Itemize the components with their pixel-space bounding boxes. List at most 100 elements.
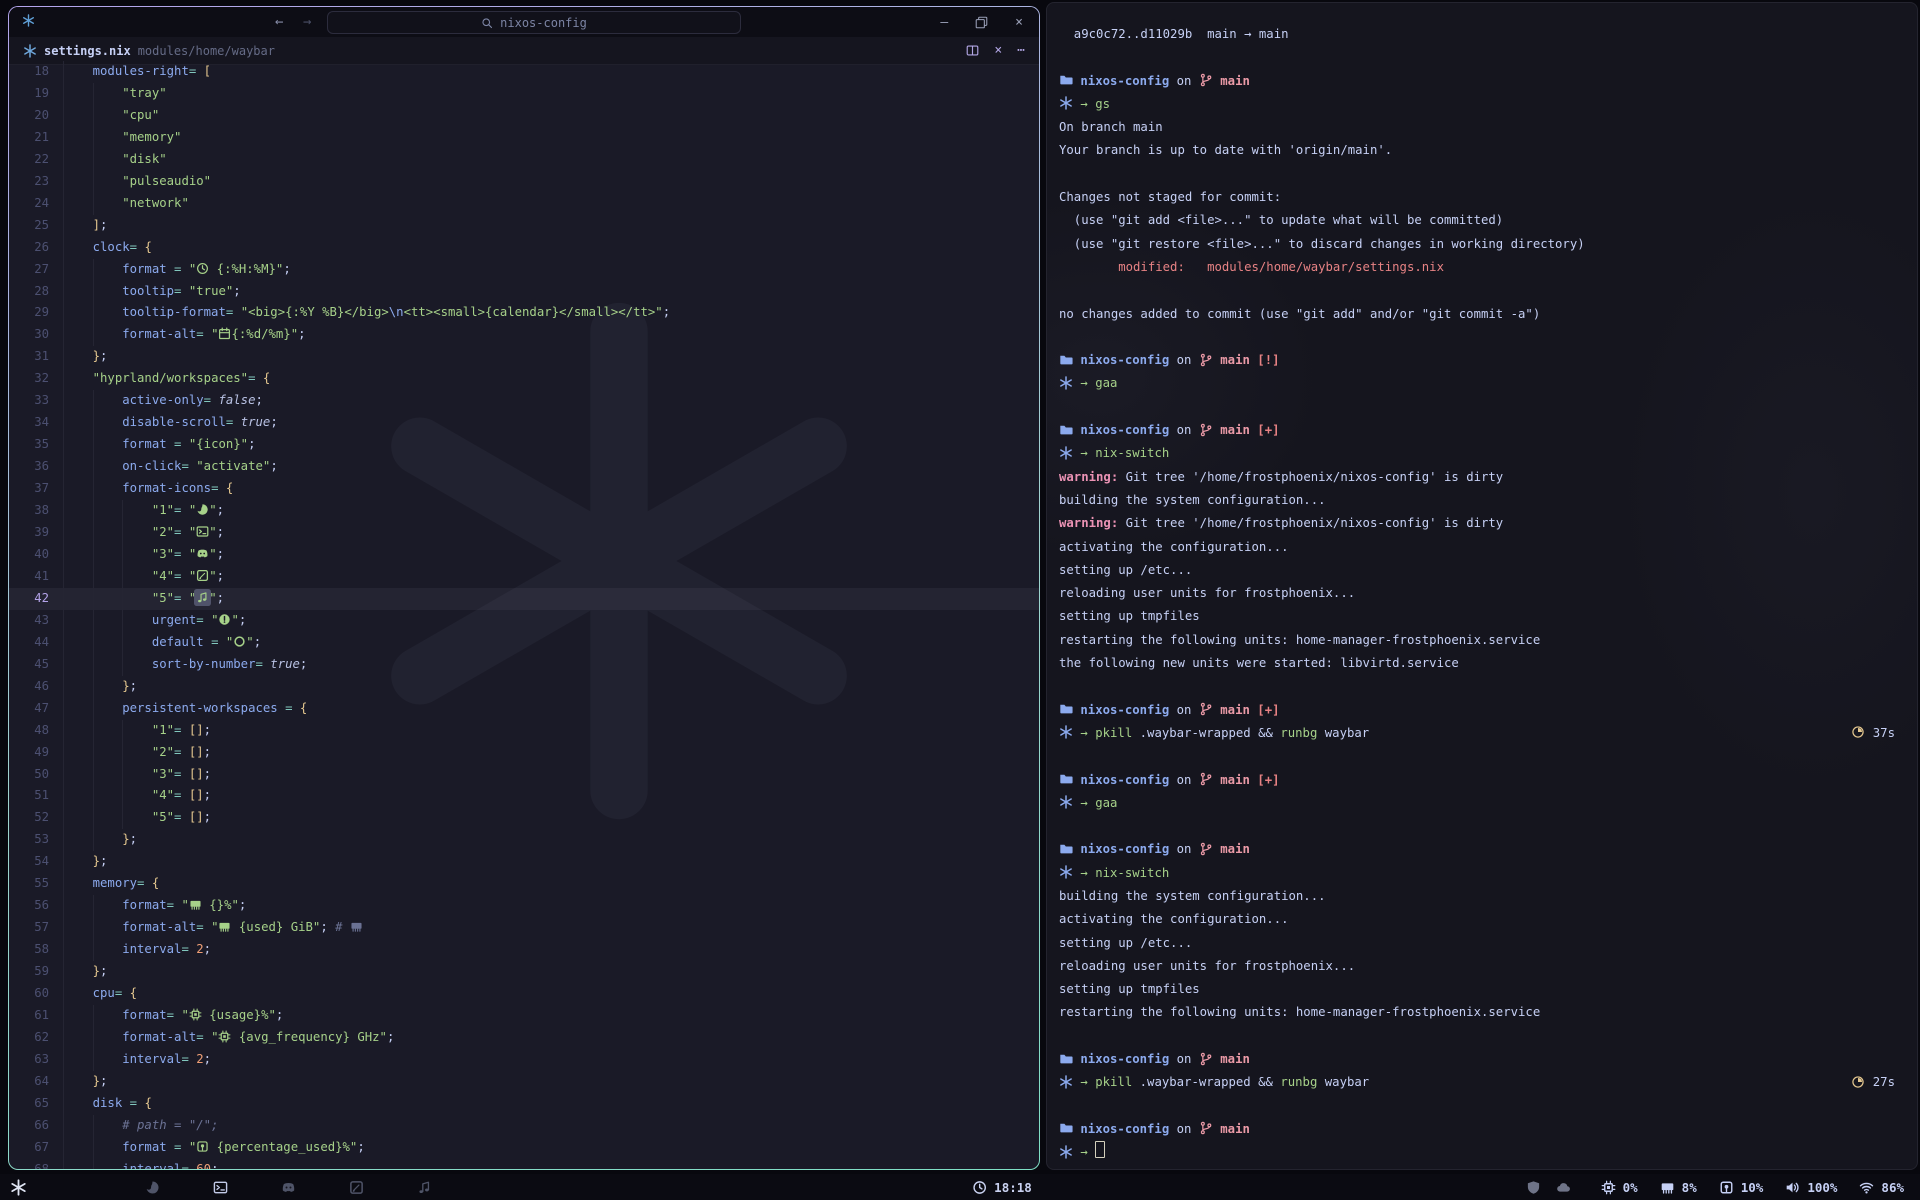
tab-actions: × ⋯ bbox=[966, 44, 1039, 57]
code-line[interactable]: 43urgent= ""; bbox=[9, 610, 1039, 632]
close-tab-icon[interactable]: × bbox=[994, 44, 1002, 57]
code-line[interactable]: 40"3"= ""; bbox=[9, 544, 1039, 566]
code-line[interactable]: 67format = " {percentage_used}%"; bbox=[9, 1137, 1039, 1159]
close-window-button[interactable]: × bbox=[1015, 16, 1023, 29]
indent-guide bbox=[63, 983, 64, 1005]
code-line[interactable]: 45sort-by-number= true; bbox=[9, 654, 1039, 676]
code-area[interactable]: 18modules-right= [19"tray"20"cpu"21"memo… bbox=[9, 61, 1039, 1169]
firefox-icon bbox=[145, 1180, 160, 1195]
workspace-1-firefox[interactable] bbox=[145, 1180, 160, 1195]
code-line[interactable]: 68interval= 60; bbox=[9, 1159, 1039, 1169]
code-token: disable-scroll bbox=[122, 415, 226, 429]
code-line[interactable]: 59}; bbox=[9, 961, 1039, 983]
calendar-icon bbox=[218, 327, 231, 340]
code-line[interactable]: 32"hyprland/workspaces"= { bbox=[9, 368, 1039, 390]
ram-module[interactable]: 8% bbox=[1660, 1180, 1697, 1195]
discord-icon bbox=[196, 547, 209, 560]
code-line[interactable]: 56format= " {}%"; bbox=[9, 895, 1039, 917]
wifi-module[interactable]: 86% bbox=[1859, 1180, 1904, 1195]
workspace-5-music[interactable] bbox=[417, 1180, 432, 1195]
code-line[interactable]: 35format = "{icon}"; bbox=[9, 434, 1039, 456]
terminal-line bbox=[1059, 815, 1903, 838]
code-line[interactable]: 30format-alt= "{:%d/%m}"; bbox=[9, 324, 1039, 346]
code-line[interactable]: 44default = ""; bbox=[9, 632, 1039, 654]
code-line[interactable]: 39"2"= ""; bbox=[9, 522, 1039, 544]
clock-module[interactable]: 18:18 bbox=[972, 1174, 1032, 1200]
code-line[interactable]: 49"2"= []; bbox=[9, 742, 1039, 764]
code-line[interactable]: 21"memory" bbox=[9, 127, 1039, 149]
project-search-box[interactable]: nixos-config bbox=[327, 11, 741, 34]
code-line[interactable]: 65disk = { bbox=[9, 1093, 1039, 1115]
split-editor-icon[interactable] bbox=[966, 44, 979, 57]
code-line[interactable]: 29tooltip-format= "<big>{:%Y %B}</big>\n… bbox=[9, 302, 1039, 324]
code-line[interactable]: 47persistent-workspaces = { bbox=[9, 698, 1039, 720]
code-line[interactable]: 19"tray" bbox=[9, 83, 1039, 105]
code-line[interactable]: 31}; bbox=[9, 346, 1039, 368]
code-line[interactable]: 50"3"= []; bbox=[9, 764, 1039, 786]
more-options-icon[interactable]: ⋯ bbox=[1017, 44, 1025, 57]
code-line[interactable]: 58interval= 2; bbox=[9, 939, 1039, 961]
folder-icon bbox=[1059, 702, 1073, 716]
code-line[interactable]: 66# path = "/"; bbox=[9, 1115, 1039, 1137]
nix-launcher-icon[interactable] bbox=[10, 1179, 27, 1196]
code-line[interactable]: 46}; bbox=[9, 676, 1039, 698]
indent-guide bbox=[93, 1115, 94, 1137]
code-line[interactable]: 24"network" bbox=[9, 193, 1039, 215]
code-token: = bbox=[196, 920, 203, 934]
cpu-module[interactable]: 0% bbox=[1601, 1180, 1638, 1195]
code-line[interactable]: 52"5"= []; bbox=[9, 807, 1039, 829]
code-line[interactable]: 23"pulseaudio" bbox=[9, 171, 1039, 193]
code-line[interactable]: 27format = " {:%H:%M}"; bbox=[9, 259, 1039, 281]
code-line[interactable]: 54}; bbox=[9, 851, 1039, 873]
terminal-window[interactable]: a9c0c72..d11029b main → main nixos-confi… bbox=[1046, 2, 1918, 1170]
folder-icon bbox=[1059, 772, 1073, 786]
terminal-text: activating the configuration... bbox=[1059, 540, 1289, 554]
code-line[interactable]: 37format-icons= { bbox=[9, 478, 1039, 500]
code-line[interactable]: 62format-alt= " {avg_frequency} GHz"; bbox=[9, 1027, 1039, 1049]
code-line[interactable]: 20"cpu" bbox=[9, 105, 1039, 127]
code-token bbox=[167, 437, 174, 451]
disk-module[interactable]: 10% bbox=[1719, 1180, 1764, 1195]
tray-shield-icon[interactable] bbox=[1526, 1180, 1541, 1195]
code-line[interactable]: 26clock= { bbox=[9, 237, 1039, 259]
tab-settings-nix[interactable]: settings.nix modules/home/waybar bbox=[9, 37, 289, 64]
code-line[interactable]: 22"disk" bbox=[9, 149, 1039, 171]
note-icon bbox=[349, 1180, 364, 1195]
code-line[interactable]: 36on-click= "activate"; bbox=[9, 456, 1039, 478]
indent-guide bbox=[93, 1005, 94, 1027]
tray-cloud-icon[interactable] bbox=[1556, 1180, 1571, 1195]
code-line[interactable]: 60cpu= { bbox=[9, 983, 1039, 1005]
indent-guide bbox=[93, 434, 94, 456]
code-line[interactable]: 48"1"= []; bbox=[9, 720, 1039, 742]
minimize-button[interactable]: — bbox=[940, 16, 948, 29]
code-line[interactable]: 61format= " {usage}%"; bbox=[9, 1005, 1039, 1027]
workspace-4-note[interactable] bbox=[349, 1180, 364, 1195]
workspace-2-terminal[interactable] bbox=[213, 1180, 228, 1195]
nav-forward-button[interactable]: → bbox=[303, 11, 311, 33]
code-token: ; bbox=[217, 591, 224, 605]
code-line[interactable]: 51"4"= []; bbox=[9, 785, 1039, 807]
terminal-line bbox=[1059, 1095, 1903, 1118]
terminal-text: && bbox=[1258, 726, 1280, 740]
code-line[interactable]: 64}; bbox=[9, 1071, 1039, 1093]
indent-guide bbox=[63, 632, 64, 654]
code-line[interactable]: 57format-alt= " {used} GiB"; # bbox=[9, 917, 1039, 939]
code-line[interactable]: 63interval= 2; bbox=[9, 1049, 1039, 1071]
volume-module[interactable]: 100% bbox=[1785, 1180, 1837, 1195]
code-token: { bbox=[263, 371, 270, 385]
nav-back-button[interactable]: ← bbox=[275, 11, 283, 33]
code-line[interactable]: 18modules-right= [ bbox=[9, 61, 1039, 83]
code-line[interactable]: 28tooltip= "true"; bbox=[9, 281, 1039, 303]
workspace-3-discord[interactable] bbox=[281, 1180, 296, 1195]
code-line[interactable]: 34disable-scroll= true; bbox=[9, 412, 1039, 434]
restore-button[interactable] bbox=[975, 16, 988, 29]
code-line[interactable]: 53}; bbox=[9, 829, 1039, 851]
tab-file-path: modules/home/waybar bbox=[138, 44, 275, 58]
code-line[interactable]: 38"1"= ""; bbox=[9, 500, 1039, 522]
code-line[interactable]: 41"4"= ""; bbox=[9, 566, 1039, 588]
code-line[interactable]: 55memory= { bbox=[9, 873, 1039, 895]
code-line[interactable]: 33active-only= false; bbox=[9, 390, 1039, 412]
code-line[interactable]: 25]; bbox=[9, 215, 1039, 237]
code-line[interactable]: 42"5"= ""; bbox=[9, 588, 1039, 610]
code-token: format bbox=[122, 437, 166, 451]
